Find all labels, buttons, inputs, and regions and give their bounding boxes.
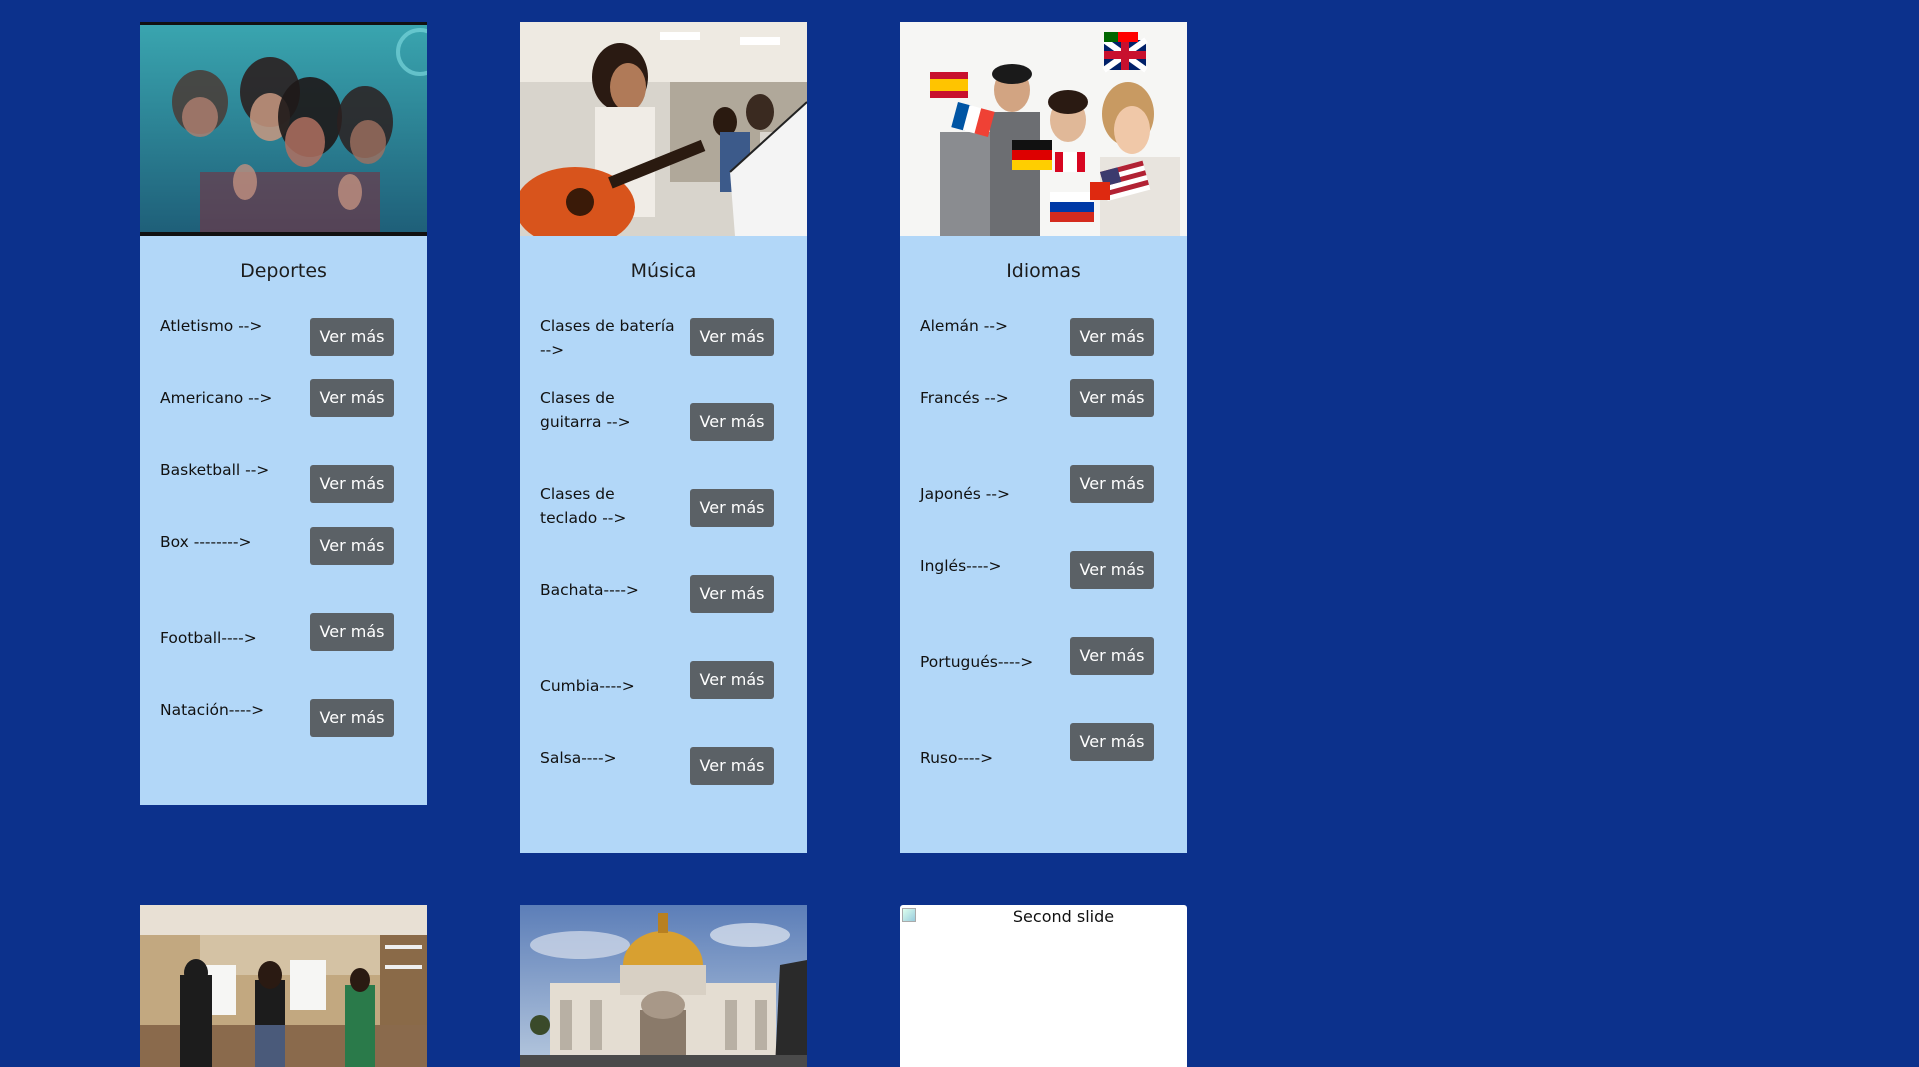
list-item-label: Bachata----> [540, 581, 639, 599]
list-item-label: Clases de batería --> [540, 317, 675, 359]
list-item-label: Natación----> [160, 701, 265, 719]
card-title: Música [630, 260, 697, 282]
card-title: Idiomas [1006, 260, 1081, 282]
list-item-label: Basketball --> [160, 461, 270, 479]
list-item-label: Box --------> [160, 533, 252, 551]
ver-mas-button[interactable]: Ver más [1070, 551, 1154, 589]
ver-mas-button[interactable]: Ver más [690, 661, 774, 699]
art-class-easels-image [140, 905, 427, 1067]
swimmers-underwater-image [140, 22, 427, 236]
palacio-bellas-artes-image [520, 905, 807, 1067]
girl-playing-guitar-image [520, 22, 807, 236]
card-deportes: Deportes Atletismo --> Ver más Americano… [140, 22, 427, 805]
list-item-label: Football----> [160, 629, 257, 647]
list-item-label: Atletismo --> [160, 317, 263, 335]
ver-mas-button[interactable]: Ver más [1070, 723, 1154, 761]
ver-mas-button[interactable]: Ver más [310, 527, 394, 565]
ver-mas-button[interactable]: Ver más [310, 318, 394, 356]
ver-mas-button[interactable]: Ver más [690, 489, 774, 527]
list-item-label: Japonés --> [920, 485, 1010, 503]
list-item-label: Americano --> [160, 389, 273, 407]
card-title: Deportes [240, 260, 327, 282]
list-item-label: Francés --> [920, 389, 1009, 407]
ver-mas-button[interactable]: Ver más [1070, 318, 1154, 356]
list-item-label: Portugués----> [920, 653, 1034, 671]
students-with-flags-image [900, 22, 1187, 236]
list-item-label: Clases de teclado --> [540, 485, 627, 527]
list-item-label: Inglés----> [920, 557, 1002, 575]
ver-mas-button[interactable]: Ver más [310, 613, 394, 651]
card-idiomas: Idiomas Alemán --> Ver más Francés --> V… [900, 22, 1187, 853]
list-item-label: Cumbia----> [540, 677, 635, 695]
ver-mas-button[interactable]: Ver más [1070, 379, 1154, 417]
card-musica: Música Clases de batería --> Ver más Cla… [520, 22, 807, 853]
ver-mas-button[interactable]: Ver más [310, 699, 394, 737]
ver-mas-button[interactable]: Ver más [690, 575, 774, 613]
ver-mas-button[interactable]: Ver más [690, 747, 774, 785]
list-item-label: Salsa----> [540, 749, 617, 767]
image-alt-text: Second slide [1012, 907, 1115, 926]
ver-mas-button[interactable]: Ver más [1070, 637, 1154, 675]
list-item-label: Ruso----> [920, 749, 994, 767]
list-item-label: Clases de guitarra --> [540, 389, 631, 431]
ver-mas-button[interactable]: Ver más [690, 318, 774, 356]
ver-mas-button[interactable]: Ver más [1070, 465, 1154, 503]
list-item-label: Alemán --> [920, 317, 1008, 335]
second-slide-broken-image: Second slide [900, 905, 1187, 1067]
ver-mas-button[interactable]: Ver más [690, 403, 774, 441]
ver-mas-button[interactable]: Ver más [310, 465, 394, 503]
ver-mas-button[interactable]: Ver más [310, 379, 394, 417]
